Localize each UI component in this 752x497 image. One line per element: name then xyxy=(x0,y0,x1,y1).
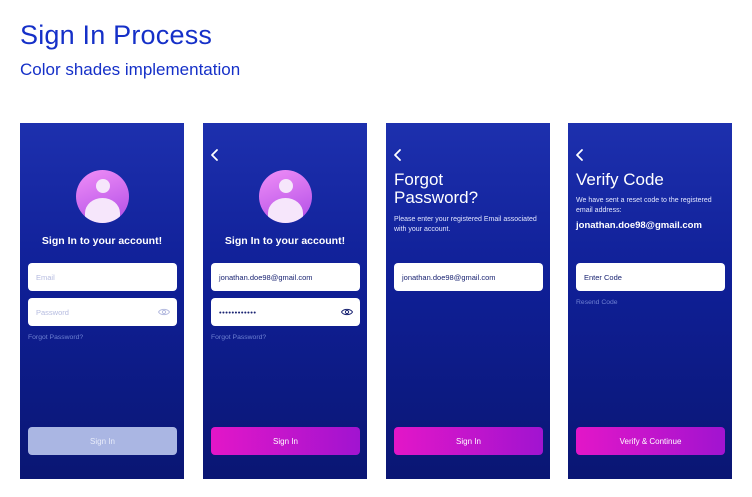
page-title: Sign In Process xyxy=(20,20,213,50)
eye-icon[interactable] xyxy=(158,307,170,317)
sign-in-button[interactable]: Sign In xyxy=(28,427,177,455)
password-field[interactable]: Password xyxy=(28,298,177,326)
forgot-title-line1: Forgot xyxy=(394,170,444,189)
sign-in-heading: Sign In to your account! xyxy=(224,235,346,247)
eye-icon[interactable] xyxy=(341,307,353,317)
forgot-password-screen: Forgot Password? Please enter your regis… xyxy=(386,123,550,479)
forgot-description: Please enter your registered Email assoc… xyxy=(394,216,537,233)
forgot-password-link[interactable]: Forgot Password? xyxy=(28,334,83,341)
sign-in-button[interactable]: Sign In xyxy=(394,427,543,455)
chevron-left-icon[interactable] xyxy=(573,148,587,162)
verify-continue-button[interactable]: Verify & Continue xyxy=(576,427,725,455)
chevron-left-icon[interactable] xyxy=(208,148,222,162)
password-placeholder: Password xyxy=(36,307,69,317)
password-value: •••••••••••• xyxy=(219,307,257,317)
page-subtitle: Color shades implementation xyxy=(20,60,241,79)
chevron-left-icon[interactable] xyxy=(391,148,405,162)
email-field[interactable]: Email xyxy=(28,263,177,291)
sign-in-filled-screen: Sign In to your account! jonathan.doe98@… xyxy=(203,123,367,479)
resend-code-link[interactable]: Resend Code xyxy=(576,299,618,306)
sign-in-button[interactable]: Sign In xyxy=(211,427,360,455)
forgot-password-link[interactable]: Forgot Password? xyxy=(211,334,266,341)
email-field[interactable]: jonathan.doe98@gmail.com xyxy=(394,263,543,291)
verify-title: Verify Code xyxy=(576,170,664,189)
verify-email: jonathan.doe98@gmail.com xyxy=(576,220,702,231)
verify-description: We have sent a reset code to the registe… xyxy=(576,197,712,214)
user-avatar-icon xyxy=(76,170,129,223)
verify-code-screen: Verify Code We have sent a reset code to… xyxy=(568,123,732,479)
sign-in-heading: Sign In to your account! xyxy=(41,235,163,247)
password-field[interactable]: •••••••••••• xyxy=(211,298,360,326)
forgot-title-line2: Password? xyxy=(394,188,479,207)
user-avatar-icon xyxy=(259,170,312,223)
sign-in-empty-screen: Sign In to your account! Email Password … xyxy=(20,123,184,479)
code-field[interactable]: Enter Code xyxy=(576,263,725,291)
email-field[interactable]: jonathan.doe98@gmail.com xyxy=(211,263,360,291)
